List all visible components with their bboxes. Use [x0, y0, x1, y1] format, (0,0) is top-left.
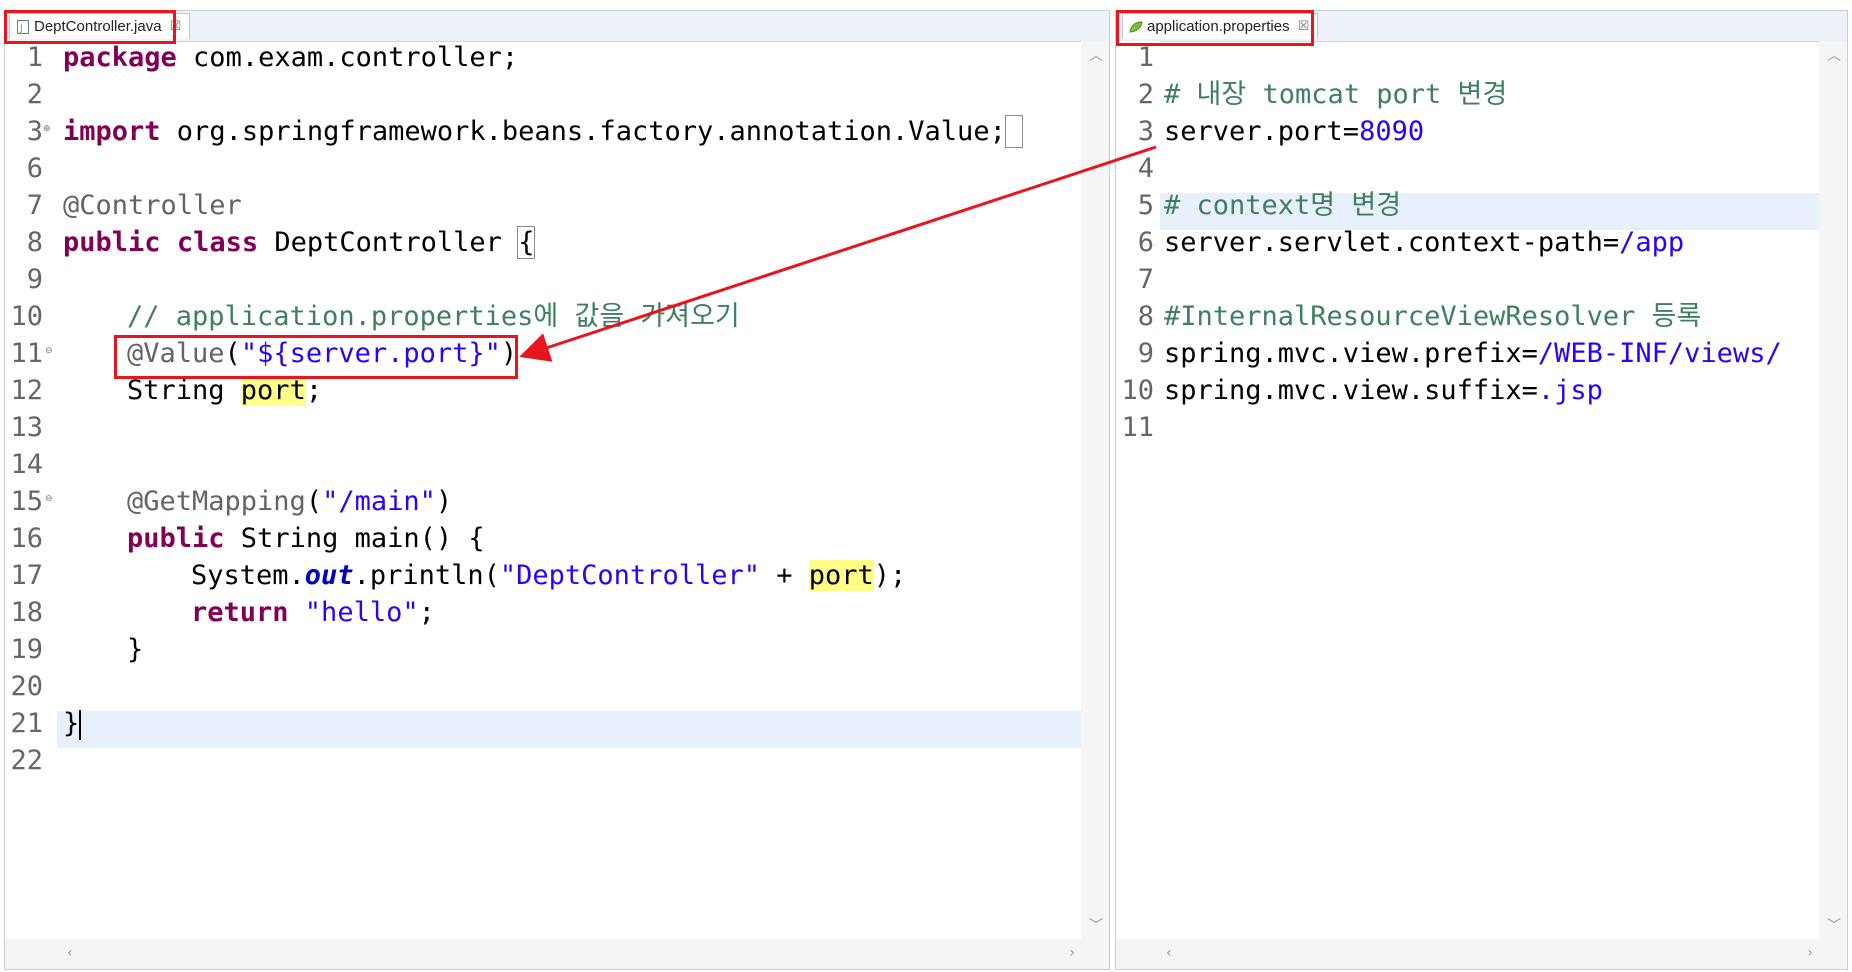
annotation-arrow: [519, 145, 1157, 362]
